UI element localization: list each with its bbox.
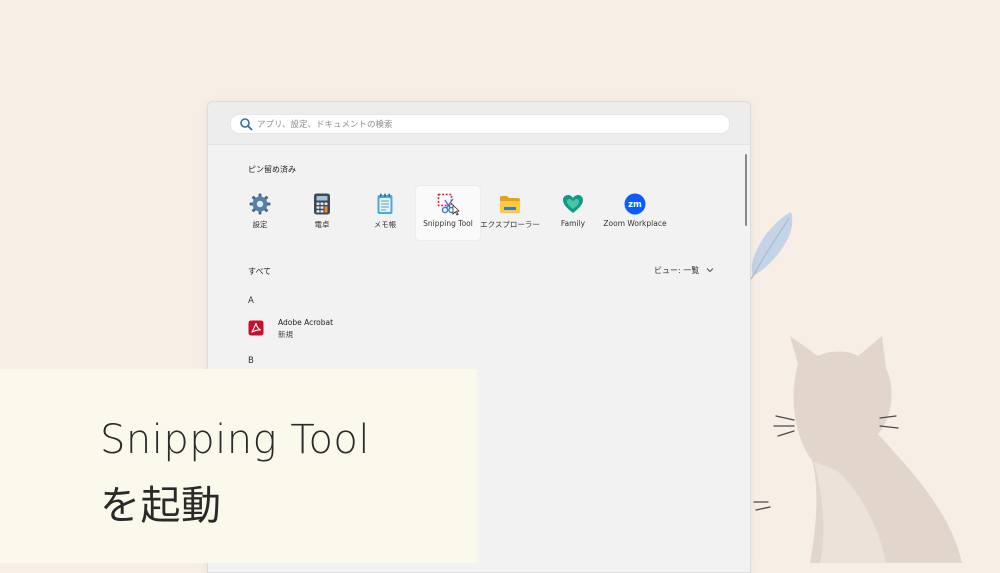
pinned-app-calculator[interactable]: 電卓 (290, 186, 354, 240)
letter-heading-a[interactable]: A (248, 296, 254, 306)
pinned-app-label: 電卓 (314, 220, 330, 229)
calculator-icon (314, 193, 330, 215)
pinned-app-explorer[interactable]: エクスプローラー (478, 186, 542, 240)
pinned-app-family[interactable]: Family (541, 186, 605, 240)
app-item-adobe-acrobat[interactable]: Adobe Acrobat 新規 (248, 318, 448, 342)
search-icon (240, 118, 253, 131)
feather-illustration (747, 212, 793, 284)
search-placeholder: アプリ、設定、ドキュメントの検索 (257, 120, 393, 130)
snipping-tool-icon (437, 193, 460, 216)
zoom-icon: zm (624, 193, 646, 215)
chevron-down-icon (706, 268, 714, 273)
pinned-app-label: 設定 (252, 220, 268, 229)
app-name: Adobe Acrobat (278, 318, 334, 327)
cat-illustration (753, 336, 962, 563)
search-area: アプリ、設定、ドキュメントの検索 (208, 102, 750, 145)
acrobat-icon (248, 320, 264, 336)
pinned-app-zoom[interactable]: zm Zoom Workplace (603, 186, 667, 240)
pinned-app-label: メモ帳 (373, 220, 397, 229)
pinned-app-label: Zoom Workplace (603, 219, 667, 228)
pinned-app-label: エクスプローラー (480, 220, 540, 229)
letter-heading-b[interactable]: B (248, 356, 254, 366)
view-dropdown-label: ビュー: 一覧 (654, 266, 700, 275)
notepad-icon (377, 193, 393, 214)
pinned-app-snipping-tool[interactable]: Snipping Tool (416, 186, 480, 240)
gear-icon (249, 193, 271, 215)
pinned-app-settings[interactable]: 設定 (228, 186, 292, 240)
caption-title: Snipping Tool (100, 417, 371, 463)
scrollbar[interactable] (745, 154, 747, 226)
caption-box: Snipping Tool を起動 (0, 369, 477, 563)
view-dropdown[interactable]: ビュー: 一覧 (654, 265, 714, 276)
search-input[interactable]: アプリ、設定、ドキュメントの検索 (230, 114, 730, 134)
pinned-section-title: ピン留め済み (248, 165, 296, 174)
new-badge: 新規 (278, 330, 293, 339)
pinned-app-notepad[interactable]: メモ帳 (353, 186, 417, 240)
pinned-app-label: Family (560, 219, 586, 228)
folder-icon (500, 196, 520, 213)
caption-subtitle: を起動 (100, 483, 222, 529)
family-heart-icon (563, 195, 583, 213)
svg-text:zm: zm (628, 200, 642, 210)
all-apps-title: すべて (248, 267, 272, 276)
pinned-app-label: Snipping Tool (423, 219, 473, 228)
